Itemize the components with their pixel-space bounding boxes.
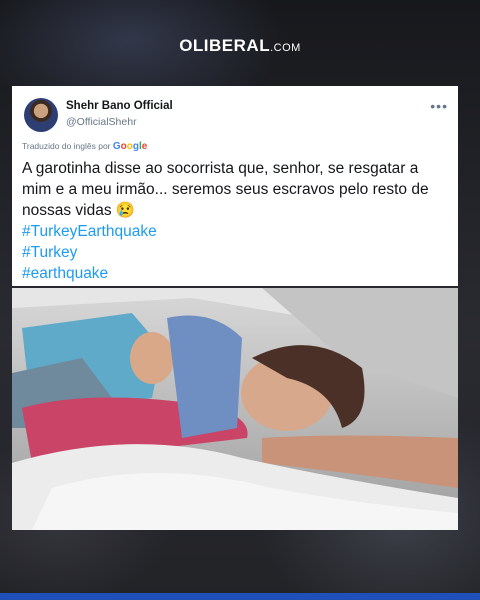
hashtag-link[interactable]: #Turkey <box>22 242 157 263</box>
tweet-card: Shehr Bano Official @OfficialShehr ••• T… <box>12 86 458 286</box>
rescue-photo <box>12 288 458 530</box>
hashtag-link[interactable]: #TurkeyEarthquake <box>22 221 157 242</box>
more-options-icon[interactable]: ••• <box>430 98 448 114</box>
translated-label: Traduzido do inglês por <box>22 141 111 151</box>
rescue-photo-illustration <box>12 288 458 530</box>
logo-domain: .COM <box>270 42 301 54</box>
translation-note: Traduzido do inglês por Google <box>22 141 147 152</box>
google-logo: Google <box>112 141 148 152</box>
author-handle[interactable]: @OfficialShehr <box>66 116 137 128</box>
site-logo: OLIBERAL.COM <box>0 36 480 56</box>
hashtag-link[interactable]: #earthquake <box>22 263 157 284</box>
author-name[interactable]: Shehr Bano Official <box>66 100 173 112</box>
tweet-text: A garotinha disse ao socorrista que, sen… <box>22 160 429 219</box>
logo-brand: OLIBERAL <box>179 36 271 55</box>
bottom-accent-bar <box>0 593 480 600</box>
avatar[interactable] <box>24 98 58 132</box>
hashtag-list: #TurkeyEarthquake #Turkey #earthquake <box>22 221 157 284</box>
